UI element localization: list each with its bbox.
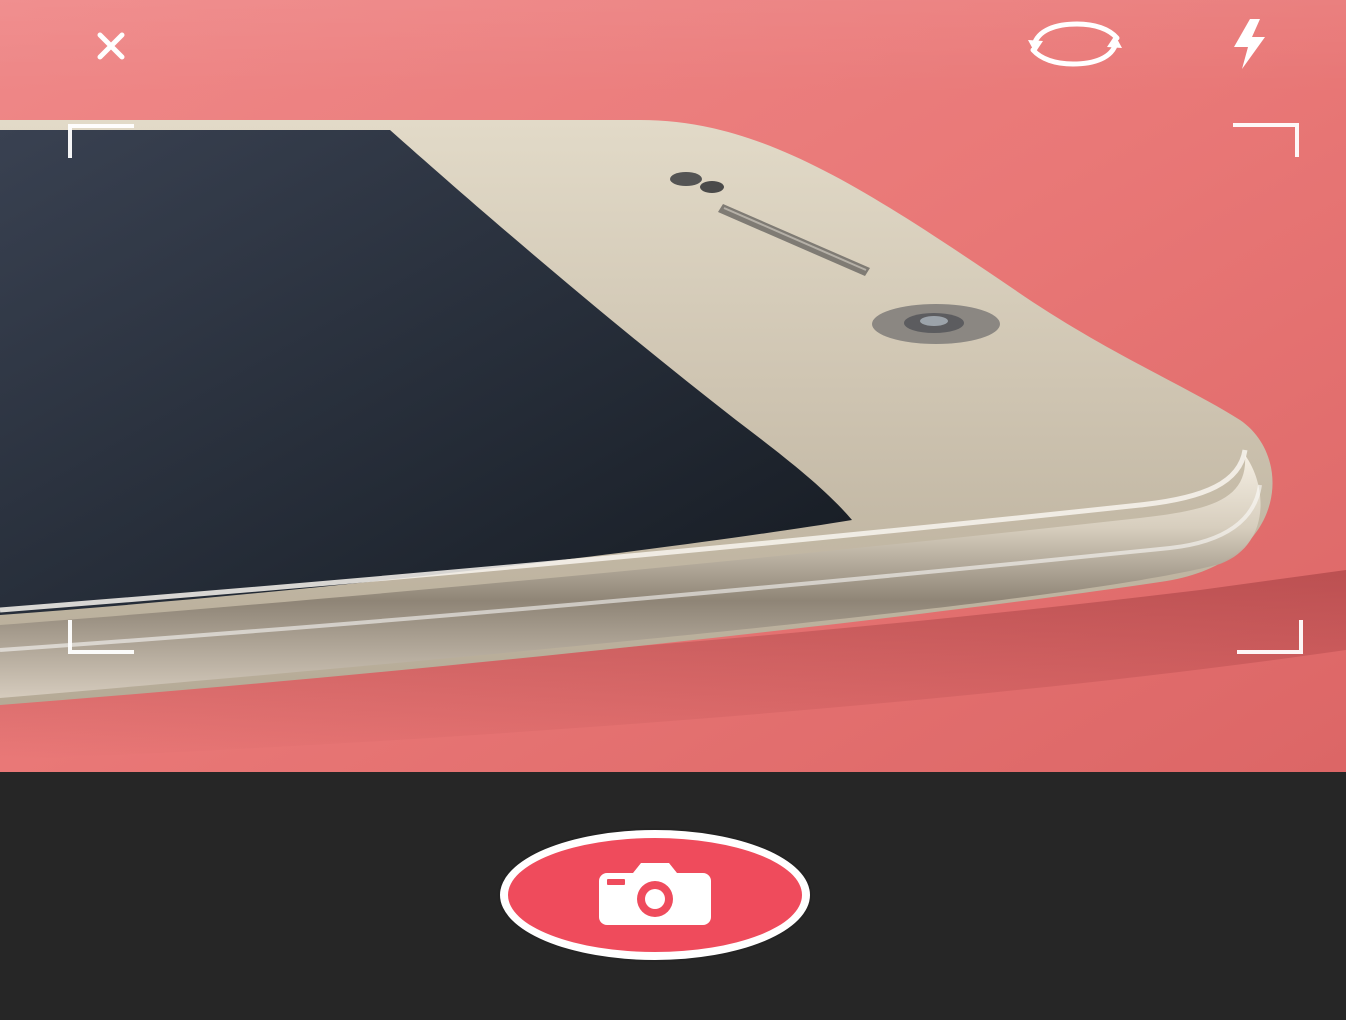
- focus-frame-top-right-corner: [1233, 123, 1299, 157]
- switch-camera-button[interactable]: [1020, 14, 1130, 74]
- focus-frame-top-left-corner: [68, 124, 134, 158]
- flash-button[interactable]: [1214, 14, 1284, 74]
- camera-icon: [599, 863, 711, 925]
- switch-camera-icon: [1028, 21, 1122, 67]
- flash-icon: [1234, 19, 1265, 69]
- close-button[interactable]: [76, 16, 146, 76]
- focus-frame-bottom-left-corner: [68, 620, 134, 654]
- focus-frame-bottom-right-corner: [1237, 620, 1303, 654]
- close-icon: [97, 32, 125, 60]
- camera-screen: [0, 0, 1346, 1020]
- shutter-button[interactable]: [500, 830, 810, 960]
- camera-preview-image: [0, 0, 1346, 772]
- camera-controls-bar: [0, 772, 1346, 1020]
- camera-top-bar: [0, 0, 1346, 96]
- camera-viewfinder: [0, 0, 1346, 772]
